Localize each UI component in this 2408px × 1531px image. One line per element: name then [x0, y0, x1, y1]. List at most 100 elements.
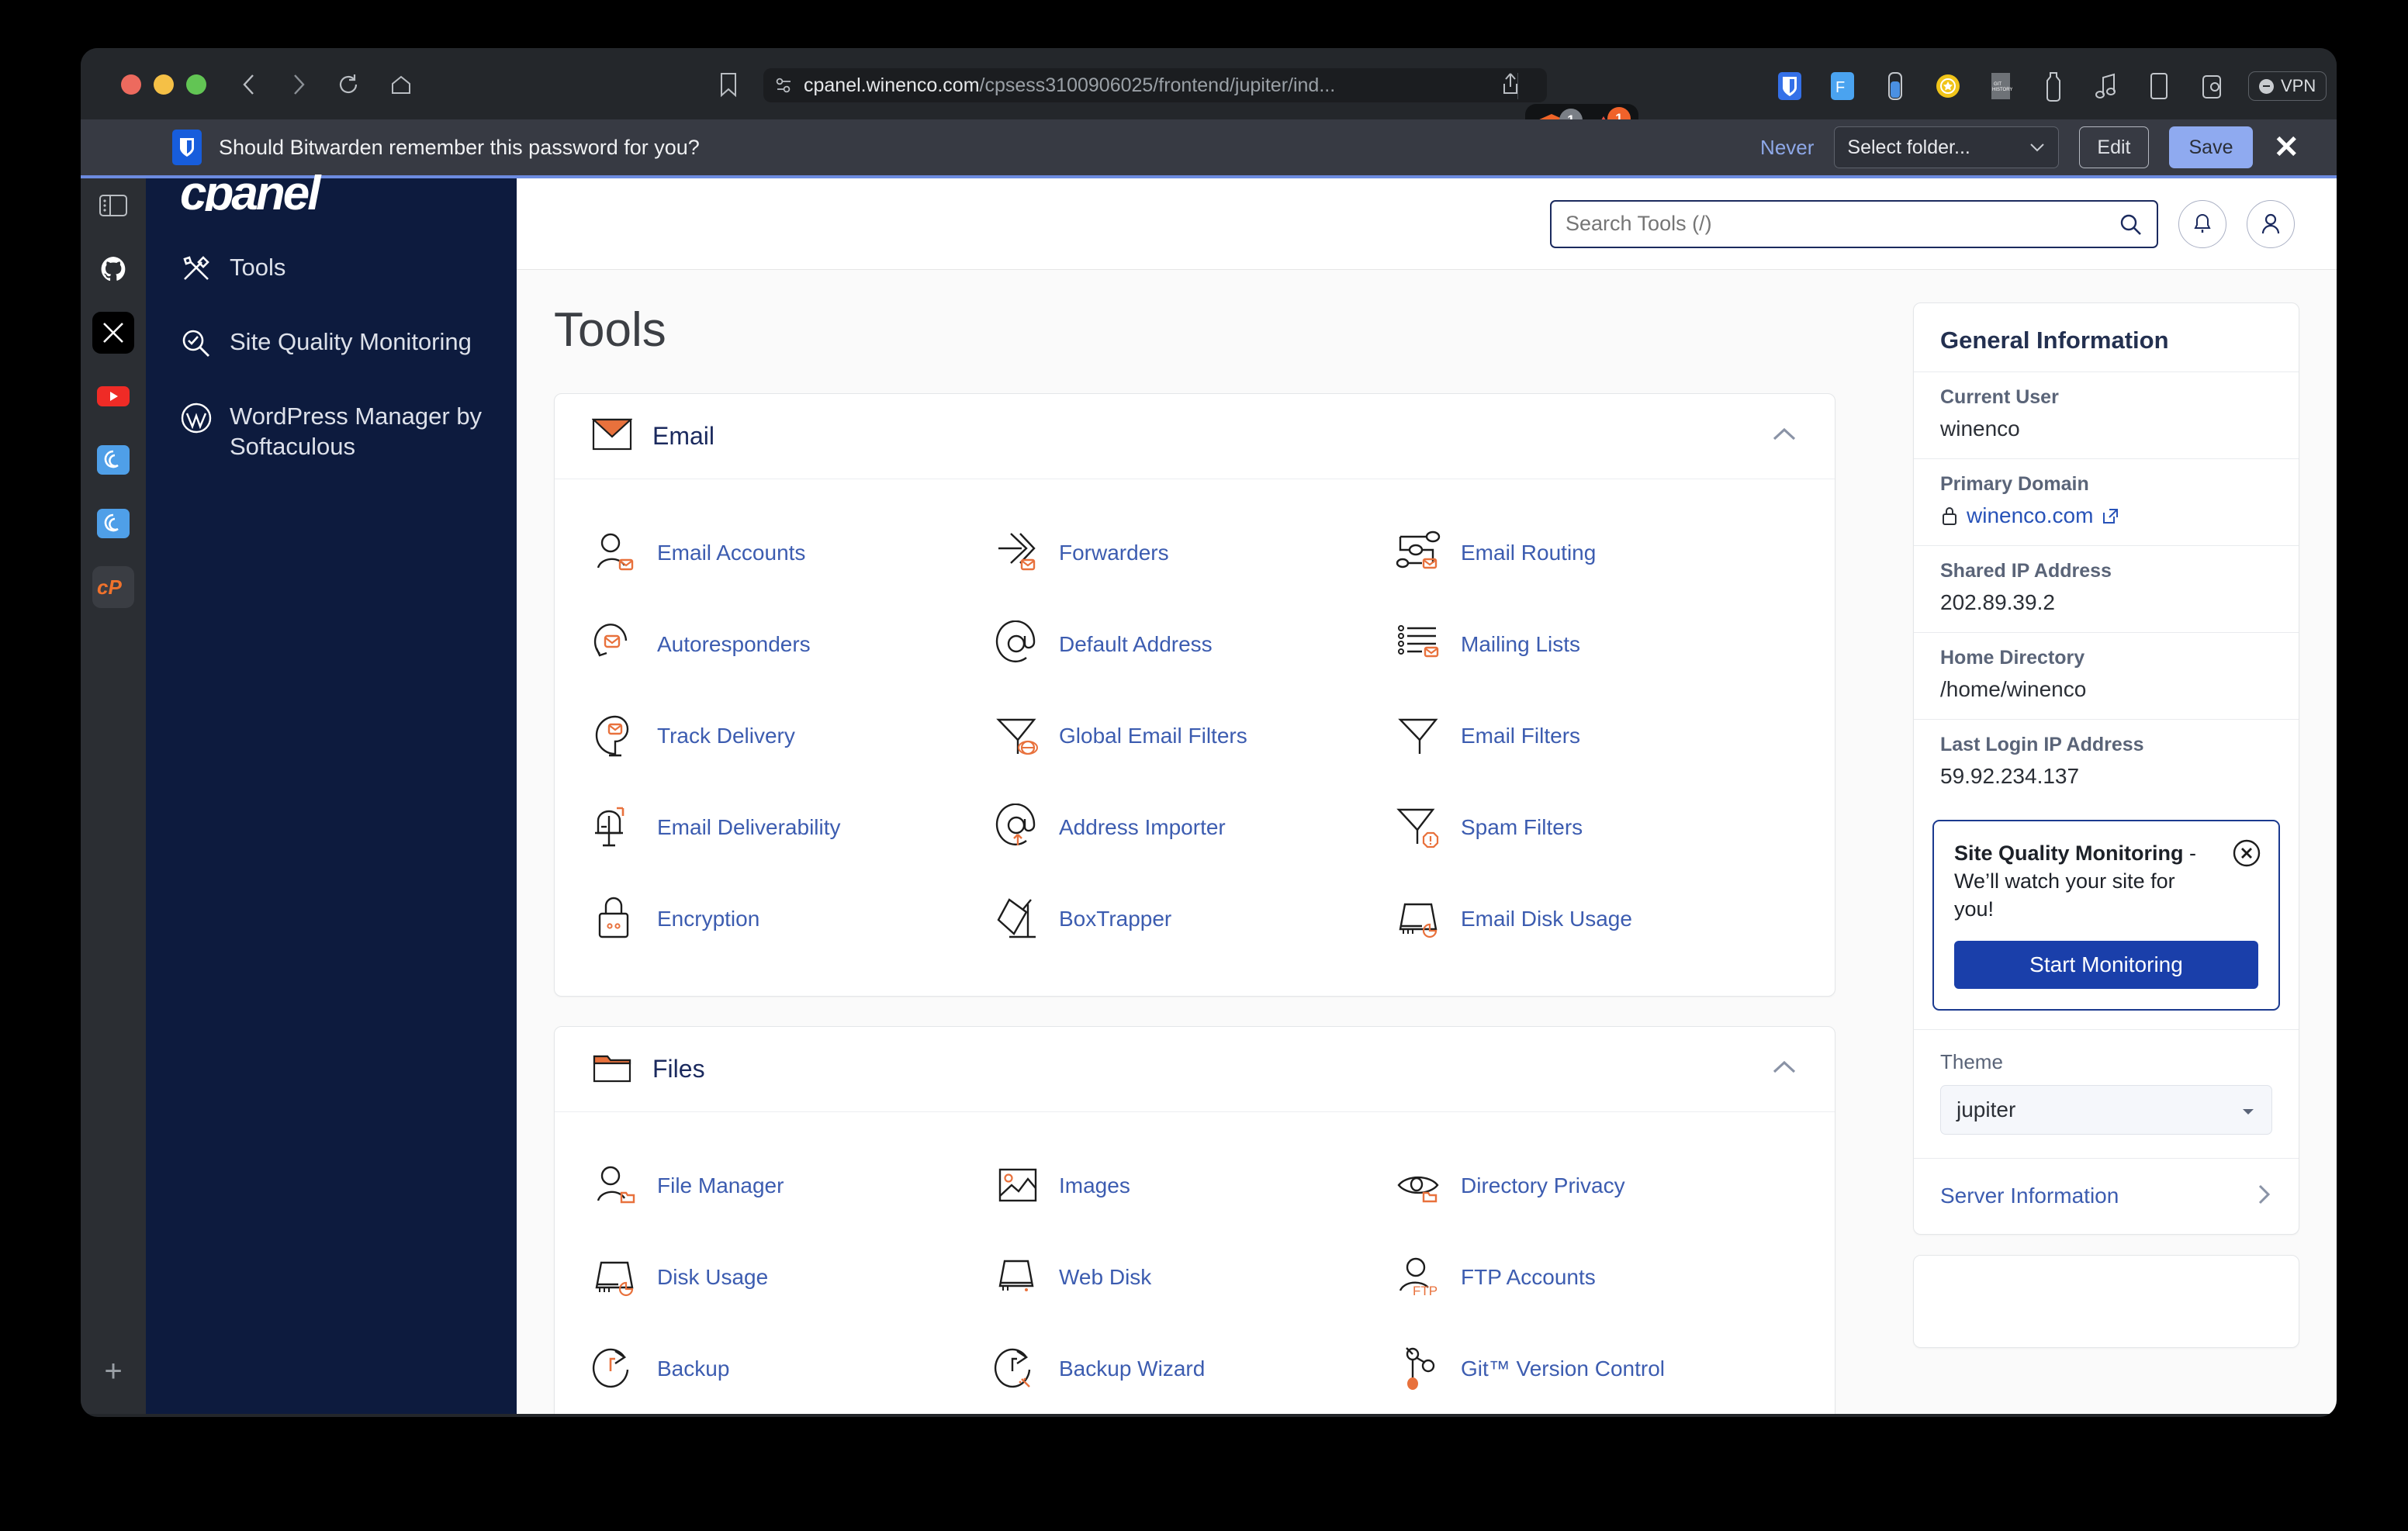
svg-text:HISTORY: HISTORY — [1992, 88, 2012, 92]
git-version-control-icon — [1396, 1345, 1444, 1393]
tool-git-version-control[interactable]: Git™ Version Control — [1396, 1323, 1797, 1414]
email-accounts-icon — [592, 529, 640, 577]
forward-icon[interactable] — [282, 68, 315, 101]
section-header-email[interactable]: Email — [555, 394, 1835, 479]
youtube-icon[interactable] — [92, 375, 134, 417]
tool-email-filters[interactable]: Email Filters — [1396, 690, 1797, 782]
minimize-window-button[interactable] — [154, 74, 174, 95]
account-button[interactable] — [2247, 199, 2295, 248]
tool-autoresponders[interactable]: Autoresponders — [592, 599, 994, 690]
bottle-extension-icon[interactable] — [1879, 70, 1912, 102]
search-input[interactable] — [1566, 212, 2118, 236]
theme-select[interactable]: jupiter — [1940, 1084, 2272, 1135]
tool-spam-filters[interactable]: Spam Filters — [1396, 782, 1797, 873]
tablet-extension-icon[interactable] — [2143, 70, 2175, 102]
start-monitoring-button[interactable]: Start Monitoring — [1954, 940, 2258, 989]
tool-email-routing[interactable]: Email Routing — [1396, 507, 1797, 599]
cookie-extension-icon[interactable] — [2195, 70, 2228, 102]
sidebar-item-wordpress-manager[interactable]: WordPress Manager by Softaculous — [180, 402, 483, 462]
github-icon[interactable] — [92, 248, 134, 290]
tool-backup-wizard[interactable]: Backup Wizard — [994, 1323, 1396, 1414]
edit-button[interactable]: Edit — [2079, 126, 2149, 168]
server-information-link[interactable]: Server Information — [1940, 1184, 2119, 1208]
tool-address-importer[interactable]: Address Importer — [994, 782, 1396, 873]
add-tab-button[interactable]: + — [104, 1354, 122, 1389]
tool-mailing-lists[interactable]: Mailing Lists — [1396, 599, 1797, 690]
save-password-button[interactable]: Save — [2168, 126, 2254, 168]
chevron-down-icon — [2240, 1097, 2256, 1122]
close-window-button[interactable] — [121, 74, 141, 95]
sidebar-item-site-quality-monitoring[interactable]: Site Quality Monitoring — [180, 327, 483, 360]
tool-track-delivery[interactable]: Track Delivery — [592, 690, 994, 782]
chevron-up-icon[interactable] — [1771, 426, 1797, 447]
tool-email-disk-usage[interactable]: Email Disk Usage — [1396, 873, 1797, 965]
tool-default-address[interactable]: Default Address — [994, 599, 1396, 690]
close-icon[interactable]: ✕ — [2273, 132, 2299, 163]
theme-value: jupiter — [1956, 1097, 2016, 1121]
search-box[interactable] — [1550, 199, 2158, 248]
browser-window: cpanel.winenco.com/cpsess3100906025/fron… — [81, 48, 2337, 1417]
bookmark-icon[interactable] — [718, 71, 739, 102]
figma-extension-icon[interactable]: F — [1826, 70, 1859, 102]
tool-boxtrapper[interactable]: BoxTrapper — [994, 873, 1396, 965]
tool-backup[interactable]: Backup — [592, 1323, 994, 1414]
server-information-row[interactable]: Server Information — [1914, 1157, 2299, 1234]
reload-icon[interactable] — [332, 68, 365, 101]
sidebar-item-label: Site Quality Monitoring — [230, 328, 472, 355]
tool-email-accounts[interactable]: Email Accounts — [592, 507, 994, 599]
svg-text:F: F — [1835, 79, 1845, 96]
tool-directory-privacy[interactable]: Directory Privacy — [1396, 1140, 1797, 1232]
encryption-icon — [592, 895, 640, 943]
address-bar[interactable]: cpanel.winenco.com/cpsess3100906025/fron… — [763, 68, 1547, 102]
history-extension-icon[interactable]: GIT HISTORY — [1984, 70, 2017, 102]
cpanel-scroll-area[interactable]: Tools Email Email Accounts Forwarders Em… — [517, 270, 2337, 1414]
tool-label: Images — [1059, 1173, 1130, 1197]
search-icon[interactable] — [2118, 212, 2143, 237]
vpn-button[interactable]: VPN — [2248, 71, 2327, 101]
perplexity-icon-2[interactable] — [92, 503, 134, 544]
section-header-files[interactable]: Files — [555, 1027, 1835, 1112]
back-icon[interactable] — [233, 68, 265, 101]
sidebar-toggle-icon[interactable] — [92, 185, 134, 226]
tool-images[interactable]: Images — [994, 1140, 1396, 1232]
keeper-extension-icon[interactable] — [2037, 70, 2070, 102]
tool-file-manager[interactable]: File Manager — [592, 1140, 994, 1232]
cpanel-icon[interactable]: cP — [92, 566, 134, 608]
tool-encryption[interactable]: Encryption — [592, 873, 994, 965]
tools-icon — [180, 253, 213, 285]
info-key: Last Login IP Address — [1940, 734, 2144, 755]
info-row-last-login-ip: Last Login IP Address 59.92.234.137 — [1914, 719, 2299, 806]
tool-disk-usage[interactable]: Disk Usage — [592, 1232, 994, 1323]
tools-grid-email: Email Accounts Forwarders Email Routing … — [555, 479, 1835, 996]
never-save-button[interactable]: Never — [1760, 136, 1814, 160]
close-circle-icon[interactable] — [2232, 838, 2261, 872]
site-settings-icon[interactable] — [774, 75, 794, 95]
maximize-window-button[interactable] — [186, 74, 206, 95]
tool-email-deliverability[interactable]: Email Deliverability — [592, 782, 994, 873]
notifications-button[interactable] — [2178, 199, 2226, 248]
music-extension-icon[interactable] — [2090, 70, 2123, 102]
folder-select[interactable]: Select folder... — [1834, 126, 2060, 168]
primary-domain-link[interactable]: winenco.com — [1967, 503, 2093, 528]
tools-content: Tools Email Email Accounts Forwarders Em… — [517, 270, 1887, 1414]
global-email-filters-icon — [994, 712, 1042, 760]
x-twitter-icon[interactable] — [92, 312, 134, 354]
section-title: Email — [652, 422, 715, 450]
coin-extension-icon[interactable] — [1932, 70, 1964, 102]
chevron-up-icon[interactable] — [1771, 1059, 1797, 1080]
sidebar-item-tools[interactable]: Tools — [180, 253, 483, 285]
tool-label: Git™ Version Control — [1461, 1356, 1665, 1381]
chevron-down-icon — [2030, 143, 2045, 152]
section-title: Files — [652, 1055, 705, 1083]
tool-global-email-filters[interactable]: Global Email Filters — [994, 690, 1396, 782]
tool-web-disk[interactable]: Web Disk — [994, 1232, 1396, 1323]
bitwarden-extension-icon[interactable] — [1773, 70, 1806, 102]
tool-forwarders[interactable]: Forwarders — [994, 507, 1396, 599]
external-link-icon[interactable] — [2101, 506, 2119, 525]
svg-text:cP: cP — [97, 575, 122, 599]
tool-ftp-accounts[interactable]: FTP FTP Accounts — [1396, 1232, 1797, 1323]
perplexity-icon[interactable] — [92, 439, 134, 481]
cpanel-logo[interactable]: cpanel — [180, 166, 483, 211]
home-icon[interactable] — [385, 68, 417, 101]
tool-label: Global Email Filters — [1059, 724, 1247, 748]
